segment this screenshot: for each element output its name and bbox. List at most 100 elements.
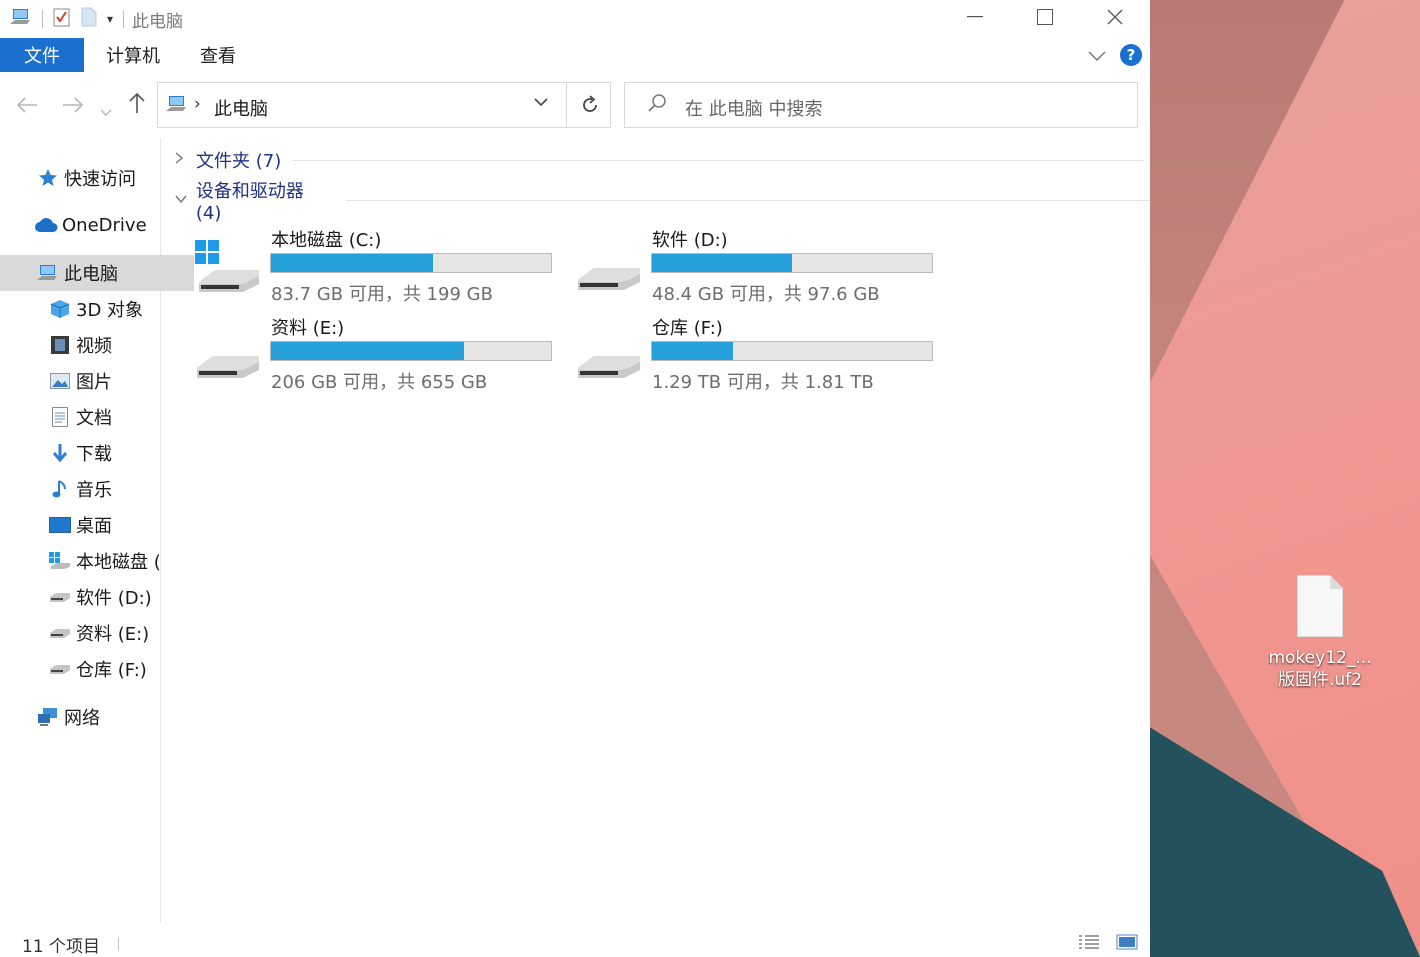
refresh-icon	[582, 95, 597, 112]
sidebar-item-downloads[interactable]: 下载	[0, 435, 206, 471]
sidebar-item-documents[interactable]: 文档	[0, 399, 206, 435]
picture-icon	[48, 371, 72, 391]
group-devices-and-drives[interactable]: 设备和驱动器 (4)	[174, 181, 1150, 224]
document-icon	[48, 407, 72, 427]
breadcrumb-chevron-icon[interactable]: ›	[194, 94, 201, 114]
details-view-icon[interactable]	[1078, 933, 1100, 956]
sidebar-item-label: 快速访问	[64, 169, 136, 190]
sidebar-item-drive-d[interactable]: 软件 (D:)	[0, 579, 206, 615]
ribbon-tabs: 文件 计算机 查看 ?	[0, 38, 1150, 72]
drive-tile-e[interactable]: 资料 (E:) 206 GB 可用，共 655 GB	[175, 314, 555, 394]
sidebar-item-label: 网络	[64, 708, 100, 729]
file-icon	[1297, 575, 1343, 637]
sidebar-item-label: 软件 (D:)	[76, 588, 152, 609]
sidebar-item-drive-f[interactable]: 仓库 (F:)	[0, 651, 206, 687]
sidebar-item-label: 视频	[76, 336, 112, 357]
sidebar-item-desktop[interactable]: 桌面	[0, 507, 206, 543]
up-arrow-icon[interactable]	[128, 92, 146, 119]
toolbar-separator	[123, 10, 125, 28]
drive-name: 本地磁盘 (C:)	[271, 230, 382, 251]
toolbar-separator	[42, 10, 43, 28]
large-icons-view-icon[interactable]	[1116, 933, 1138, 956]
sidebar-item-label: 文档	[76, 408, 112, 429]
group-header-label: 文件夹 (7)	[196, 151, 282, 172]
drive-free-space: 48.4 GB 可用，共 97.6 GB	[652, 284, 880, 305]
tab-view[interactable]: 查看	[182, 38, 258, 72]
forward-arrow-icon[interactable]	[62, 94, 84, 118]
film-icon	[48, 335, 72, 355]
drive-icon	[578, 268, 640, 290]
drive-usage-fill	[652, 254, 792, 272]
sidebar-item-this-pc[interactable]: 此电脑	[0, 255, 194, 291]
sidebar-item-music[interactable]: 音乐	[0, 471, 206, 507]
expand-ribbon-icon[interactable]	[1088, 46, 1106, 65]
address-dropdown-icon[interactable]	[534, 93, 548, 111]
window-controls	[940, 0, 1150, 34]
title-bar: ▾ 此电脑	[0, 0, 1150, 38]
close-button[interactable]	[1080, 0, 1150, 34]
download-icon	[48, 443, 72, 463]
drive-icon	[48, 623, 72, 643]
star-icon	[36, 168, 60, 188]
new-folder-icon[interactable]	[81, 7, 97, 31]
drive-usage-fill	[271, 254, 434, 272]
drive-usage-fill	[271, 342, 465, 360]
sidebar-item-quick-access[interactable]: 快速访问	[0, 160, 194, 196]
drive-tile-c[interactable]: 本地磁盘 (C:) 83.7 GB 可用，共 199 GB	[175, 226, 555, 306]
windows-drive-icon	[48, 551, 72, 571]
drive-tile-f[interactable]: 仓库 (F:) 1.29 TB 可用，共 1.81 TB	[556, 314, 936, 394]
group-header-label: 设备和驱动器 (4)	[195, 180, 304, 224]
drive-usage-bar	[270, 341, 552, 361]
group-folders[interactable]: 文件夹 (7)	[174, 148, 1144, 172]
drive-usage-bar	[651, 253, 933, 273]
chevron-down-icon	[174, 192, 190, 208]
desktop-icon	[48, 515, 72, 535]
drive-tile-d[interactable]: 软件 (D:) 48.4 GB 可用，共 97.6 GB	[556, 226, 936, 306]
sidebar-item-label: OneDrive	[62, 214, 147, 236]
sidebar-item-network[interactable]: 网络	[0, 699, 194, 735]
desktop-file-uf2[interactable]: mokey12_... 版固件.uf2	[1262, 575, 1378, 691]
sidebar-item-label: 资料 (E:)	[76, 624, 150, 645]
back-arrow-icon[interactable]	[16, 94, 38, 118]
drive-icon	[48, 659, 72, 679]
address-bar[interactable]: › 此电脑	[157, 82, 611, 128]
window-title: 此电脑	[132, 11, 184, 32]
tab-computer[interactable]: 计算机	[84, 38, 182, 72]
sidebar-item-label: 仓库 (F:)	[76, 660, 147, 681]
drive-name: 软件 (D:)	[652, 230, 728, 251]
sidebar-item-drive-c[interactable]: 本地磁盘 (	[0, 543, 206, 579]
customize-dropdown-icon[interactable]: ▾	[107, 12, 113, 26]
group-divider	[293, 159, 1144, 161]
sidebar-item-label: 本地磁盘 (	[76, 552, 161, 573]
sidebar-item-label: 音乐	[76, 480, 112, 501]
drive-usage-fill	[652, 342, 734, 360]
properties-icon[interactable]	[53, 7, 71, 31]
group-divider	[346, 199, 1150, 201]
maximize-button[interactable]	[1010, 0, 1080, 34]
drive-icon	[48, 587, 72, 607]
explorer-window: ▾ 此电脑 文件 计算机 查看 ? › 此电脑 在 此电脑 中搜索 快速访问 O…	[0, 0, 1150, 957]
sidebar-item-label: 图片	[76, 372, 112, 393]
tab-file[interactable]: 文件	[0, 38, 84, 72]
sidebar-item-onedrive[interactable]: OneDrive	[0, 207, 192, 243]
cube-icon	[48, 299, 72, 319]
drive-usage-bar	[651, 341, 933, 361]
minimize-button[interactable]	[940, 0, 1010, 34]
desktop-file-name-line2: 版固件.uf2	[1278, 670, 1362, 690]
help-button[interactable]: ?	[1120, 44, 1142, 66]
refresh-button[interactable]	[566, 83, 612, 127]
sidebar-item-label: 3D 对象	[76, 300, 144, 321]
sidebar-item-label: 下载	[76, 444, 112, 465]
search-box[interactable]: 在 此电脑 中搜索	[624, 82, 1138, 128]
desktop-file-name: mokey12_... 版固件.uf2	[1262, 647, 1378, 691]
navigation-pane: 快速访问 OneDrive 此电脑 3D 对象 视频 图片 文档 下载 音乐 桌…	[0, 138, 194, 923]
breadcrumb[interactable]: 此电脑	[214, 95, 268, 121]
drive-usage-bar	[270, 253, 552, 273]
drive-free-space: 83.7 GB 可用，共 199 GB	[271, 284, 493, 305]
drive-free-space: 1.29 TB 可用，共 1.81 TB	[652, 372, 874, 393]
recent-locations-chevron-icon[interactable]	[100, 98, 112, 122]
drive-free-space: 206 GB 可用，共 655 GB	[271, 372, 488, 393]
search-placeholder: 在 此电脑 中搜索	[685, 99, 823, 120]
sidebar-item-drive-e[interactable]: 资料 (E:)	[0, 615, 206, 651]
computer-icon	[36, 263, 60, 283]
